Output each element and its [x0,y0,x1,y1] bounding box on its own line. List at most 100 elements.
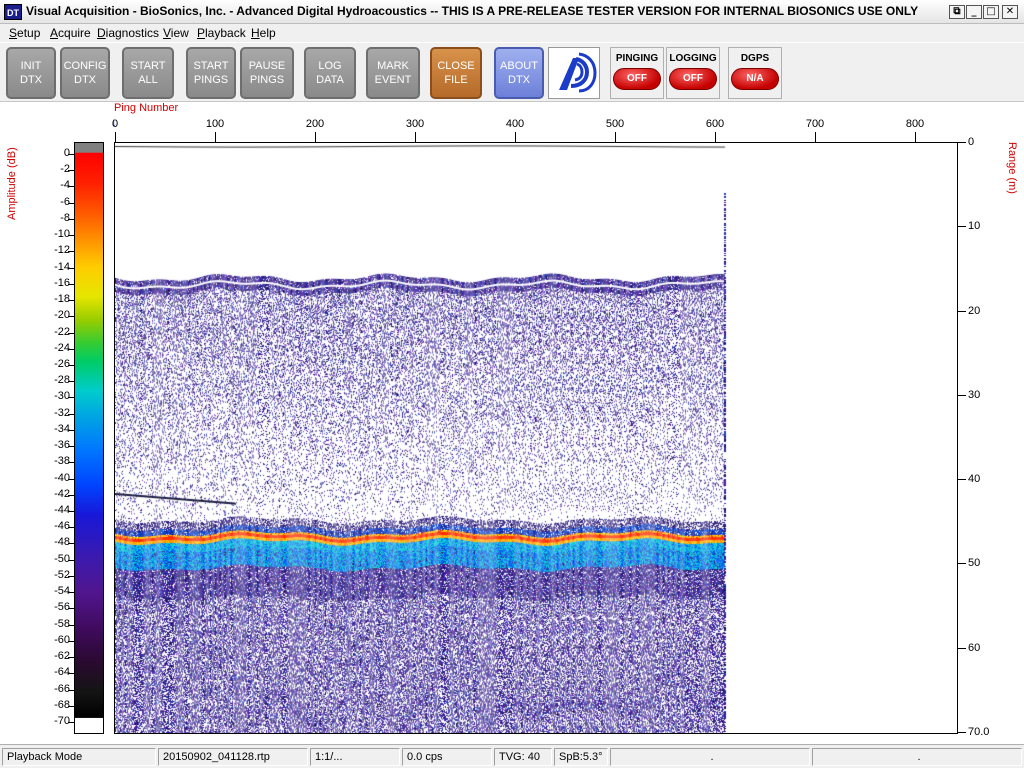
ping-axis-tick-label: 200 [305,118,325,130]
colorbar-tick-label: -42 [54,487,70,500]
colorbar-tick-label: -40 [54,471,70,484]
menu-acquire[interactable]: Acquire [50,26,91,40]
amplitude-axis-title: Amplitude (dB) [6,147,18,220]
ping-axis-tick-mark [615,132,616,142]
status-mode: Playback Mode [2,748,156,766]
colorbar-tick-mark [68,462,74,464]
colorbar-tick-label: -22 [54,325,70,338]
echogram-canvas [115,143,957,733]
mark-event-button[interactable]: MARK EVENT [366,47,420,99]
config-dtx-button[interactable]: CONFIG DTX [60,47,110,99]
colorbar-tick-mark [68,673,74,675]
colorbar-tick-mark [68,689,74,691]
status-ratio: 1:1/... [310,748,400,766]
colorbar-tick-label: -8 [60,211,70,224]
range-axis-tick-label: 60 [968,641,981,654]
ping-axis-tick-label: 100 [205,118,225,130]
ping-axis-tick-mark [815,132,816,142]
colorbar-tick-mark [68,592,74,594]
echogram-panel: Amplitude (dB) Range (m) Ping Number ↓ 0… [0,102,1024,744]
menu-playback[interactable]: Playback [197,26,246,40]
colorbar-tick-label: -4 [60,179,70,192]
colorbar-tick-mark [68,511,74,513]
colorbar-tick-mark [68,283,74,285]
colorbar-tick-label: -28 [54,374,70,387]
colorbar-tick-label: -60 [54,633,70,646]
toolbar: INIT DTX CONFIG DTX START ALL START PINGS PA… [0,42,1024,102]
status-cell-7: . [610,748,810,766]
colorbar-tick-mark [68,478,74,480]
logging-indicator: LOGGING OFF [666,47,720,99]
colorbar-tick-label: -14 [54,260,70,273]
colorbar-tick-mark [68,657,74,659]
menu-help[interactable]: Help [251,26,276,40]
ping-axis-tick-mark [415,132,416,142]
colorbar-tick-label: -68 [54,698,70,711]
title-bar: DT Visual Acquisition - BioSonics, Inc. … [0,0,1024,24]
close-window-button[interactable]: ✕ [1002,5,1018,19]
ping-axis-tick-label: 0 [111,118,119,130]
colorbar-tick-mark [68,170,74,172]
app-icon: DT [4,4,22,20]
colorbar-tick-label: -6 [60,195,70,208]
colorbar-tick-label: -36 [54,439,70,452]
echogram-display[interactable] [114,142,958,734]
dgps-indicator: DGPS N/A [728,47,782,99]
menu-diagnostics[interactable]: Diagnostics [97,26,159,40]
ping-axis-tick-mark [215,132,216,142]
colorbar-tick-label: -50 [54,552,70,565]
menu-view[interactable]: View [163,26,189,40]
ping-axis-tick-label: 400 [505,118,525,130]
status-rate: 0.0 cps [402,748,492,766]
ping-axis-title: Ping Number [114,102,179,114]
pinging-status-badge: OFF [613,68,661,90]
start-all-button[interactable]: START ALL [122,47,174,99]
pause-pings-button[interactable]: PAUSE PINGS [240,47,294,99]
colorbar-tick-label: -70 [54,715,70,727]
ping-axis-tick-mark [315,132,316,142]
colorbar-tick-mark [68,543,74,545]
restore-button[interactable]: ⧉ [949,5,965,19]
colorbar-tick-label: -32 [54,406,70,419]
colorbar-tick-label: -52 [54,568,70,581]
status-tvg: TVG: 40 [494,748,552,766]
range-axis-tick-mark [957,226,966,228]
start-pings-button[interactable]: START PINGS [186,47,236,99]
range-axis-tick-mark [957,310,966,312]
range-axis-tick-label: 40 [968,473,981,486]
menu-setup[interactable]: Setup [9,26,40,40]
colorbar-tick-mark [68,527,74,529]
dgps-status-badge: N/A [731,68,779,90]
colorbar-tick-mark [68,316,74,318]
range-axis-tick-mark [957,732,966,733]
close-file-button[interactable]: CLOSE FILE [430,47,482,99]
range-axis-tick-label: 30 [968,388,981,401]
range-axis-tick-mark [957,394,966,396]
colorbar-tick-label: -26 [54,357,70,370]
ping-axis-tick-label: 800 [905,118,925,130]
colorbar-tick-mark [68,332,74,334]
range-axis-tick-mark [957,647,966,649]
colorbar-tick-label: -38 [54,455,70,468]
colorbar-tick-label: -58 [54,617,70,630]
range-axis-tick-label: 50 [968,557,981,570]
ping-axis-tick-mark [515,132,516,142]
colorbar-tick-mark [68,429,74,431]
pinging-label: PINGING [615,53,659,64]
about-dtx-button[interactable]: ABOUT DTX [494,47,544,99]
log-data-button[interactable]: LOG DATA [304,47,356,99]
colorbar-tick-label: -44 [54,504,70,517]
colorbar-tick-mark [68,446,74,448]
colorbar-tick-mark [68,575,74,577]
colorbar-tick-label: -54 [54,585,70,598]
colorbar-tick-label: -10 [54,228,70,241]
colorbar-tick-mark [68,722,74,723]
colorbar-tick-mark [68,397,74,399]
init-dtx-button[interactable]: INIT DTX [6,47,56,99]
maximize-button[interactable]: □ [983,5,999,19]
dgps-label: DGPS [740,53,770,64]
window-title: Visual Acquisition - BioSonics, Inc. - A… [26,4,919,18]
minimize-button[interactable]: _ [966,5,982,19]
pinging-indicator: PINGING OFF [610,47,664,99]
range-axis-title: Range (m) [1006,142,1018,194]
